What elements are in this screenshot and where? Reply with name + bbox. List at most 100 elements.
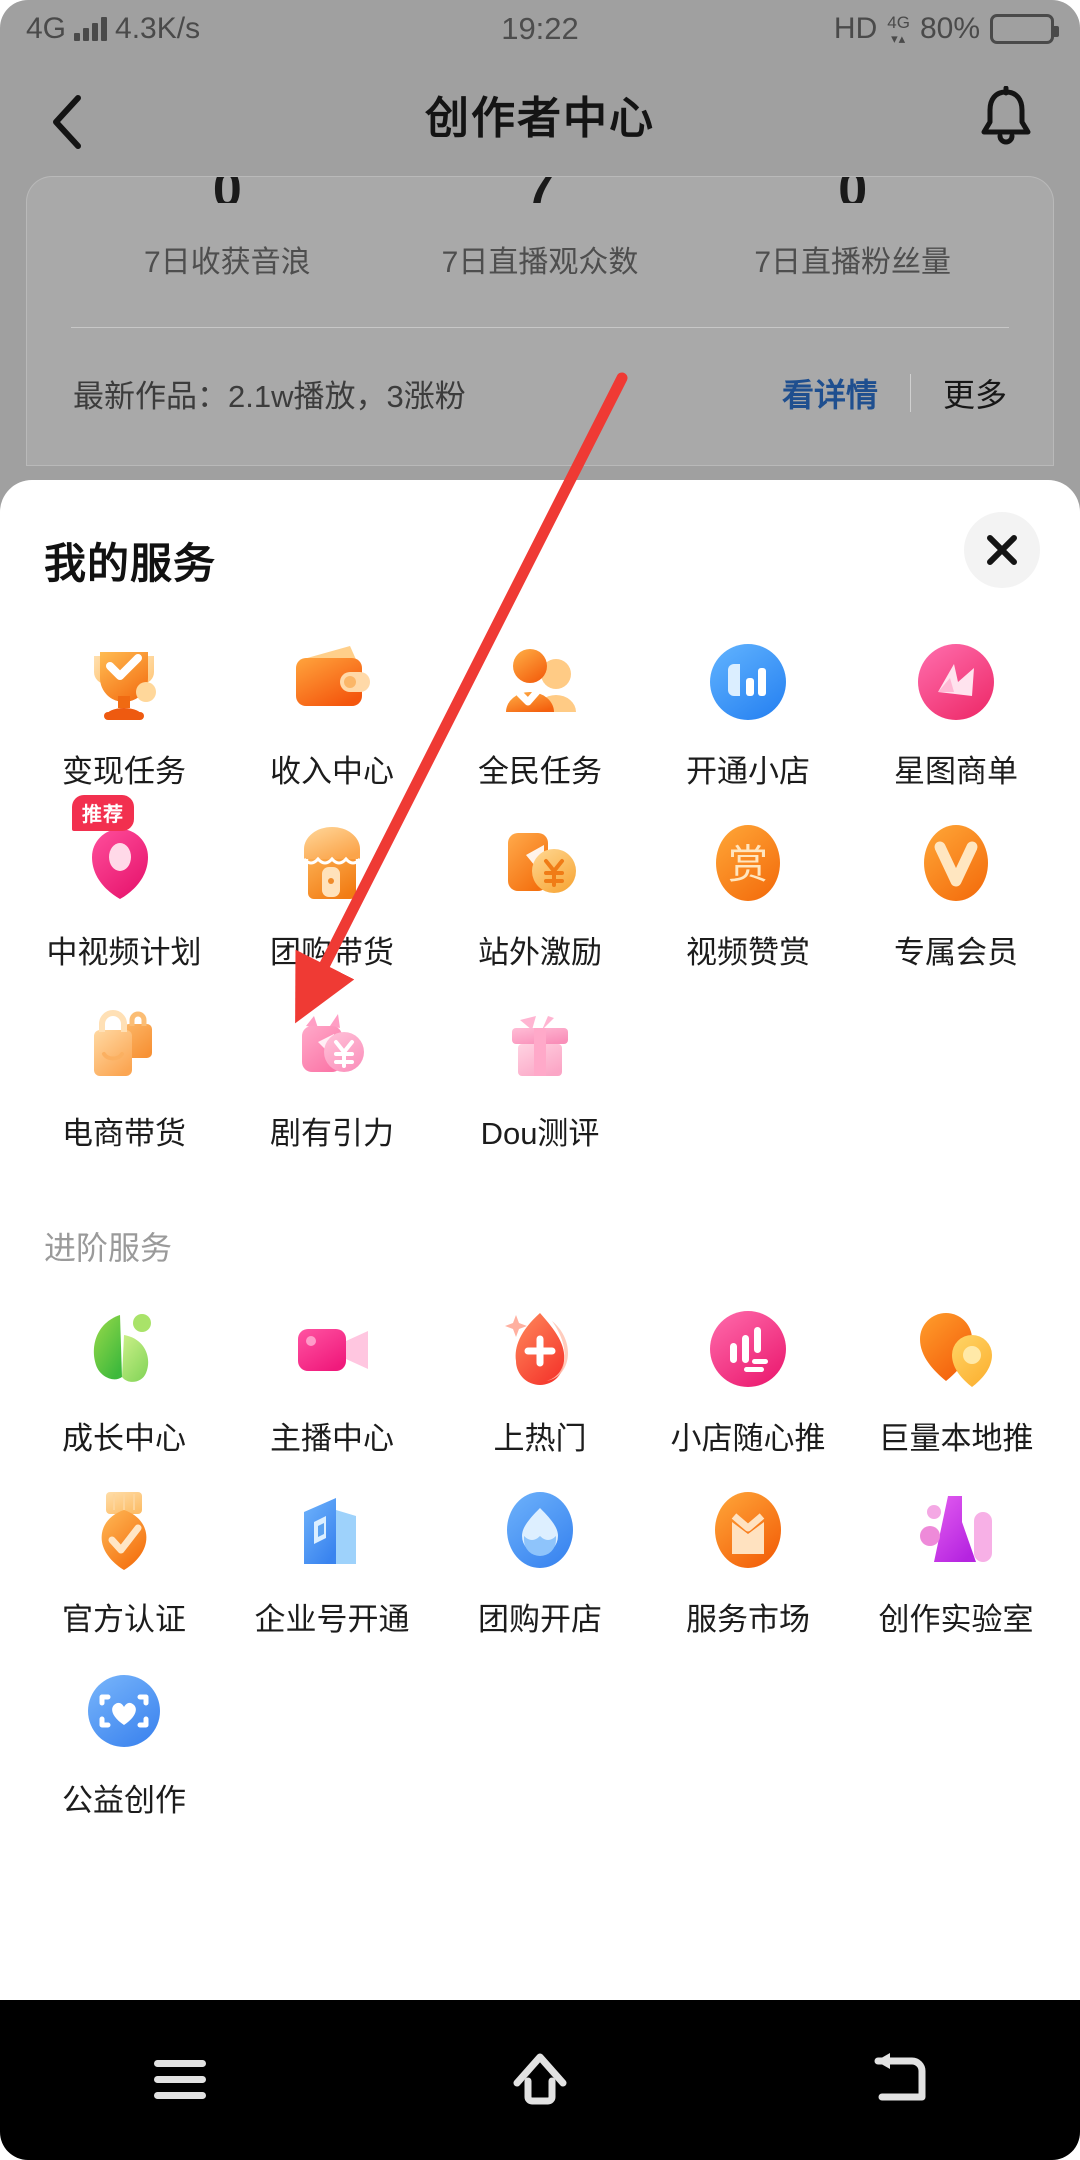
back-return-icon[interactable] [840, 2035, 960, 2125]
purple-flask-icon [908, 1482, 1004, 1578]
orange-verified-badge-icon [76, 1482, 172, 1578]
advanced-services-grid: 成长中心 主播中心 上热门 小店随心推 巨量本地推 官方认证 企业号开通 团购开… [0, 1287, 1080, 1830]
svg-text:赏: 赏 [728, 842, 768, 888]
app-header: 创作者中心 [0, 58, 1080, 170]
battery-percent-label: 80% [919, 12, 980, 45]
shop-chart-circle-icon [700, 634, 796, 730]
service-item[interactable]: 变现任务 [20, 620, 228, 801]
back-chevron-icon[interactable] [46, 92, 90, 149]
video-yuan-coin-icon [492, 815, 588, 911]
flame-plus-icon [492, 1301, 588, 1397]
service-item[interactable]: 服务市场 [644, 1468, 852, 1649]
see-detail-link[interactable]: 看详情 [782, 370, 878, 416]
data-network-icon: 4G ▾▴ [887, 12, 910, 46]
v-member-icon [908, 815, 1004, 911]
service-label: 公益创作 [62, 1783, 186, 1818]
service-label: 电商带货 [62, 1116, 186, 1151]
shang-reward-icon: 赏 [700, 815, 796, 911]
close-icon[interactable] [964, 512, 1040, 588]
service-item[interactable]: 企业号开通 [228, 1468, 436, 1649]
hd-label: HD [833, 12, 878, 45]
service-item[interactable]: 全民任务 [436, 620, 644, 801]
notification-bell-icon[interactable] [978, 85, 1034, 145]
more-link[interactable]: 更多 [943, 370, 1007, 416]
service-label: 星图商单 [894, 754, 1018, 789]
service-item[interactable]: 成长中心 [20, 1287, 228, 1468]
sheet-title: 我的服务 [44, 540, 217, 587]
blue-building-icon [284, 1482, 380, 1578]
battery-icon [990, 14, 1059, 44]
service-label: 主播中心 [270, 1421, 394, 1456]
stat-label: 7日直播粉丝量 [754, 246, 952, 279]
card-divider [71, 327, 1009, 328]
service-label: 中视频计划 [46, 935, 202, 970]
vertical-divider [909, 374, 911, 412]
service-label: 收入中心 [270, 754, 394, 789]
service-label: 服务市场 [686, 1602, 810, 1637]
service-item[interactable]: 创作实验室 [852, 1468, 1060, 1649]
service-item[interactable]: 专属会员 [852, 801, 1060, 982]
service-item[interactable]: 赏视频赞赏 [644, 801, 852, 982]
star-map-pink-icon [908, 634, 1004, 730]
service-item[interactable]: 团购带货 [228, 801, 436, 982]
service-item[interactable]: 推荐 中视频计划 [20, 795, 228, 982]
service-item[interactable]: 小店随心推 [644, 1287, 852, 1468]
service-item[interactable]: 站外激励 [436, 801, 644, 982]
latest-work-text: 最新作品：2.1w播放，3涨粉 [73, 378, 466, 414]
shopping-bag-icon [76, 996, 172, 1092]
stat-item[interactable]: 0 7日收获音浪 [71, 177, 384, 281]
service-label: 站外激励 [478, 935, 602, 970]
service-item[interactable]: 公益创作 [20, 1649, 228, 1830]
gift-box-icon [492, 996, 588, 1092]
stat-item[interactable]: 0 7日直播粉丝量 [696, 177, 1009, 281]
service-label: 创作实验室 [878, 1602, 1034, 1637]
status-bar-right: HD 4G ▾▴ 80% [833, 12, 1059, 46]
service-label: 上热门 [493, 1421, 587, 1456]
service-item[interactable]: 上热门 [436, 1287, 644, 1468]
my-services-grid: 变现任务 收入中心 全民任务 开通小店 星图商单 推荐 中视频计划 团购带货 站外… [0, 620, 1080, 1163]
menu-icon[interactable] [120, 2035, 240, 2125]
service-label: 开通小店 [686, 754, 810, 789]
service-item[interactable]: 官方认证 [20, 1468, 228, 1649]
home-icon[interactable] [480, 2035, 600, 2125]
stats-card: 0 7日收获音浪 7 7日直播观众数 0 7日直播粉丝量 最新作品：2.1w播放… [26, 176, 1054, 466]
wallet-icon [284, 634, 380, 730]
my-services-bottom-sheet: 我的服务 变现任务 收入中心 全民任务 开通小店 星图商单 推荐 中视频计划 团… [0, 480, 1080, 2000]
service-item[interactable]: Dou测评 [436, 982, 644, 1163]
blue-heart-scan-icon [76, 1663, 172, 1759]
stats-row: 0 7日收获音浪 7 7日直播观众数 0 7日直播粉丝量 [27, 177, 1053, 281]
advanced-services-section-title: 进阶服务 [44, 1230, 173, 1266]
stat-label: 7日直播观众数 [441, 246, 639, 279]
service-item[interactable]: 巨量本地推 [852, 1287, 1060, 1468]
orange-bag-market-icon [700, 1482, 796, 1578]
service-label: Dou测评 [480, 1116, 600, 1151]
service-label: 专属会员 [894, 935, 1018, 970]
system-navigation-bar [0, 2000, 1080, 2160]
service-label: 变现任务 [62, 754, 186, 789]
service-label: 小店随心推 [670, 1421, 826, 1456]
service-item[interactable]: 开通小店 [644, 620, 852, 801]
service-label: 团购开店 [478, 1602, 602, 1637]
service-label: 团购带货 [270, 935, 394, 970]
stat-item[interactable]: 7 7日直播观众数 [384, 177, 697, 281]
service-label: 巨量本地推 [878, 1421, 1034, 1456]
stat-value: 0 [71, 177, 384, 203]
orange-pins-icon [908, 1301, 1004, 1397]
service-label: 企业号开通 [254, 1602, 410, 1637]
service-item[interactable]: 电商带货 [20, 982, 228, 1163]
stat-label: 7日收获音浪 [143, 246, 311, 279]
service-item[interactable]: 收入中心 [228, 620, 436, 801]
service-item[interactable]: 剧有引力 [228, 982, 436, 1163]
trophy-check-icon [76, 634, 172, 730]
service-label: 视频赞赏 [686, 935, 810, 970]
two-people-check-icon [492, 634, 588, 730]
service-item[interactable]: 主播中心 [228, 1287, 436, 1468]
latest-work-row: 最新作品：2.1w播放，3涨粉 看详情 更多 [27, 370, 1053, 416]
service-label: 剧有引力 [270, 1116, 394, 1151]
stat-value: 0 [696, 177, 1009, 203]
green-leaf-icon [76, 1301, 172, 1397]
phone-screen: 4G 4.3K/s 19:22 HD 4G ▾▴ 80% 创作者中心 7日收获音… [0, 0, 1080, 2160]
blue-drop-circle-icon [492, 1482, 588, 1578]
service-item[interactable]: 星图商单 [852, 620, 1060, 801]
service-item[interactable]: 团购开店 [436, 1468, 644, 1649]
